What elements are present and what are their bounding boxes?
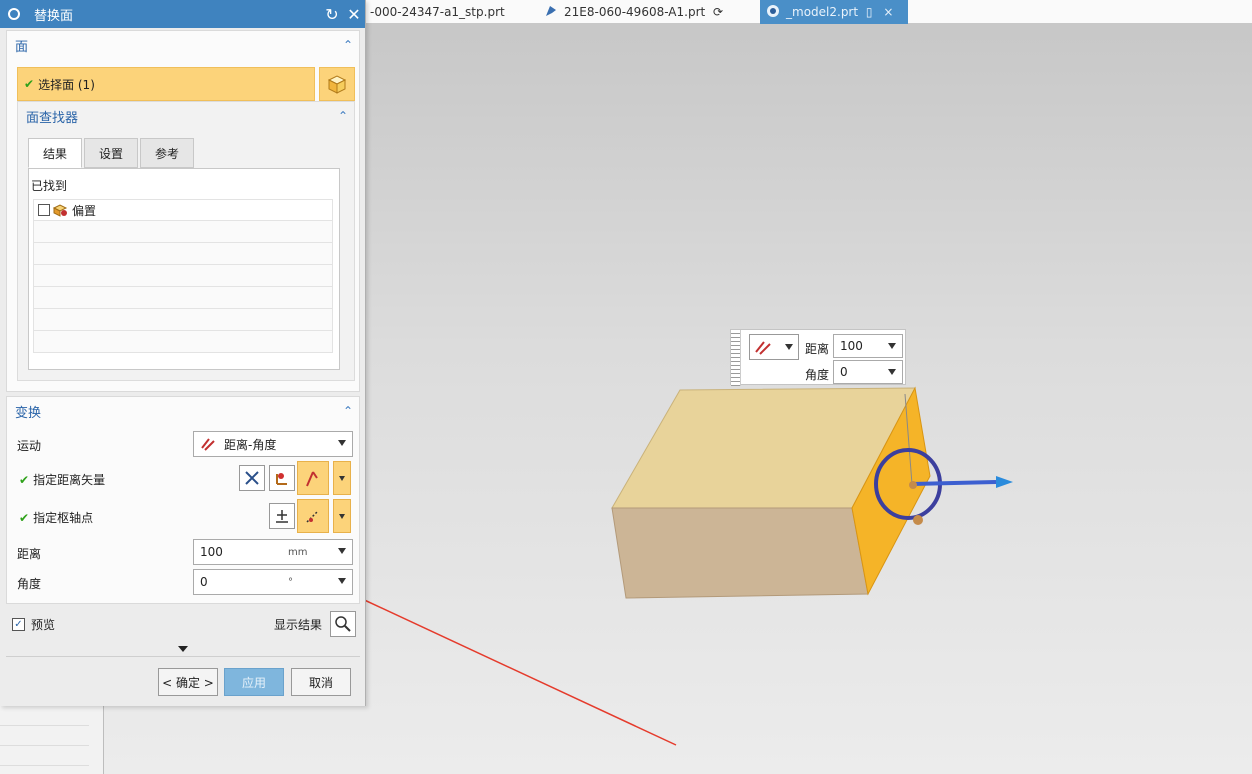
document-icon: ▯ [865, 5, 873, 19]
model-icon [766, 2, 780, 17]
face-group-header[interactable]: 面 ⌃ [7, 31, 359, 59]
tab-settings[interactable]: 设置 [84, 138, 139, 168]
point-dialog-button[interactable] [269, 503, 295, 529]
vector-constructor-icon [276, 473, 287, 485]
inferred-point-icon [306, 511, 318, 523]
face-selector-button[interactable] [319, 67, 355, 101]
transform-group: 变换 ⌃ 运动 距离-角度 ✔ 指定距离矢量 ✔ 指定枢轴点 距离 100 mm… [6, 396, 360, 604]
results-panel: 已找到 偏置 [28, 168, 340, 370]
vector-options-button[interactable] [333, 461, 351, 495]
preview-row: ✓ 预览 [12, 616, 55, 633]
expand-more-icon[interactable] [178, 646, 188, 652]
dropdown-arrow-icon [785, 344, 793, 350]
motion-label: 运动 [17, 439, 42, 453]
pivot-row: ✔ 指定枢轴点 [19, 510, 94, 526]
tab-file-1[interactable]: -000-24347-a1_stp.prt [370, 0, 536, 24]
ok-button[interactable]: < 确定 > [158, 668, 218, 696]
tab-label: _model2.prt [786, 5, 859, 19]
tab-label: -000-24347-a1_stp.prt [370, 5, 505, 19]
face-finder-tabs: 结果 设置 参考 [28, 138, 196, 168]
cancel-button[interactable]: 取消 [291, 668, 351, 696]
motion-dropdown[interactable]: 距离-角度 [193, 431, 353, 457]
face-finder-subgroup: 面查找器 ⌃ 结果 设置 参考 已找到 偏置 [17, 101, 355, 381]
select-face-row[interactable]: ✔ 选择面 (1) [17, 67, 315, 101]
face-group: 面 ⌃ ✔ 选择面 (1) 面查找器 ⌃ 结果 设置 参考 已找到 偏置 [6, 30, 360, 392]
show-result-label: 显示结果 [274, 618, 323, 632]
dropdown-arrow-icon [339, 475, 345, 481]
direction-vector-arrow [911, 480, 997, 486]
found-label: 已找到 [31, 179, 68, 193]
magnifier-icon [335, 616, 351, 632]
dialog-titlebar: 替换面 ↻ ✕ [0, 0, 365, 28]
document-tab-bar: -000-24347-a1_stp.prt 21E8-060-49608-A1.… [366, 0, 1252, 24]
dropdown-arrow-icon [339, 513, 345, 519]
apply-button[interactable]: 应用 [224, 668, 284, 696]
show-result-button[interactable] [330, 611, 356, 637]
check-icon: ✔ [24, 77, 35, 91]
inferred-vector-button[interactable] [239, 465, 265, 491]
handle-distance-input[interactable]: 100 [833, 334, 903, 358]
reset-icon[interactable]: ↻ [321, 5, 343, 24]
block-front-face [611, 507, 869, 599]
reverse-direction-button[interactable] [297, 461, 329, 495]
found-list: 偏置 [33, 199, 333, 353]
arrow-head [996, 476, 1013, 488]
drag-grip[interactable] [731, 330, 741, 386]
dialog-icon [8, 8, 20, 20]
angle-input[interactable]: 0 ° [193, 569, 353, 595]
vector-dialog-button[interactable] [269, 465, 295, 491]
graphics-viewport[interactable] [366, 24, 1252, 774]
collapse-icon[interactable]: ⌃ [337, 404, 359, 418]
reverse-direction-icon [306, 471, 318, 487]
tab-file-3[interactable]: _model2.prt ▯ × [760, 0, 908, 24]
angle-unit: ° [288, 576, 293, 588]
cube-face-icon [327, 75, 347, 94]
tab-label: 21E8-060-49608-A1.prt [564, 5, 706, 19]
cross-vector-icon [245, 471, 259, 485]
close-tab-icon[interactable]: × [882, 0, 894, 24]
offset-face-icon [52, 204, 68, 217]
tab-results[interactable]: 结果 [28, 138, 83, 168]
check-icon: ✔ [19, 472, 30, 487]
dialog-title: 替换面 [34, 8, 74, 24]
list-item[interactable]: 偏置 [33, 199, 333, 221]
point-options-button[interactable] [333, 499, 351, 533]
handle-angle-input[interactable]: 0 [833, 360, 903, 384]
transform-group-header[interactable]: 变换 ⌃ [7, 397, 359, 425]
divider [6, 656, 360, 657]
part-icon [544, 2, 558, 16]
angle-label: 角度 [17, 577, 42, 591]
tab-reference[interactable]: 参考 [140, 138, 195, 168]
replace-face-dialog: 替换面 ↻ ✕ 面 ⌃ ✔ 选择面 (1) 面查找器 ⌃ 结果 设置 参考 已找… [0, 0, 366, 706]
item-checkbox[interactable] [38, 204, 50, 216]
face-finder-header[interactable]: 面查找器 ⌃ [18, 102, 354, 130]
distance-input[interactable]: 100 mm [193, 539, 353, 565]
tab-file-2[interactable]: 21E8-060-49608-A1.prt ⟳ [544, 0, 744, 24]
onscreen-input-box: 距离 100 角度 0 [730, 329, 906, 386]
close-icon[interactable]: ✕ [343, 5, 365, 24]
distance-unit: mm [288, 546, 308, 558]
handle-distance-label: 距离 [805, 342, 830, 356]
collapse-icon[interactable]: ⌃ [332, 109, 354, 123]
inferred-point-button[interactable] [297, 499, 329, 533]
vector-row: ✔ 指定距离矢量 [19, 472, 106, 488]
motion-type-dropdown[interactable] [749, 334, 799, 360]
ring-point [913, 515, 923, 525]
distance-label: 距离 [17, 547, 42, 561]
collapse-icon[interactable]: ⌃ [337, 38, 359, 52]
refresh-icon: ⟳ [713, 5, 724, 19]
origin-point [909, 481, 917, 489]
distance-angle-icon [755, 341, 771, 355]
point-constructor-icon [276, 510, 288, 523]
handle-angle-label: 角度 [805, 368, 830, 382]
distance-angle-icon [201, 438, 215, 451]
preview-checkbox[interactable]: ✓ [12, 618, 25, 631]
check-icon: ✔ [19, 510, 30, 525]
navigator-strip [0, 706, 104, 774]
